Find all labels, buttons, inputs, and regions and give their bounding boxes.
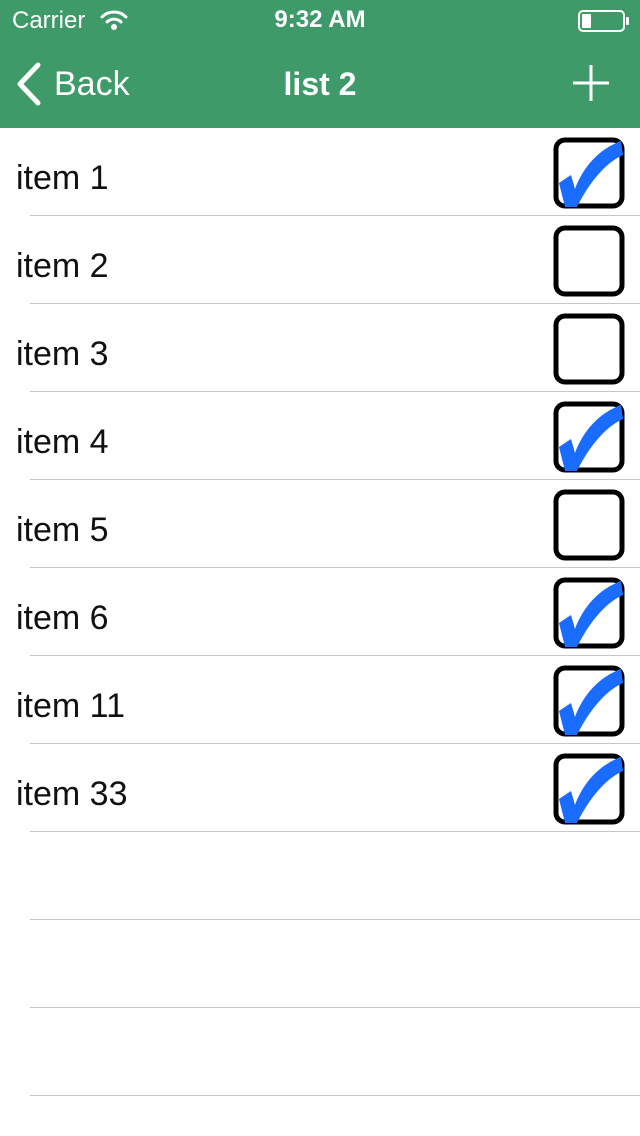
checkbox-unchecked[interactable] (553, 313, 625, 385)
list-item-label: item 1 (16, 159, 109, 197)
list-item-label: item 33 (16, 775, 128, 813)
list-item[interactable]: item 2 (0, 216, 640, 304)
empty-box-icon (553, 489, 625, 561)
checkmark-box-icon (553, 137, 625, 209)
page-title: list 2 (283, 66, 357, 102)
list-item-label: item 6 (16, 599, 109, 637)
status-bar: Carrier 9:32 AM (0, 0, 640, 40)
list-item[interactable]: item 33 (0, 744, 640, 832)
list-item[interactable]: item 6 (0, 568, 640, 656)
list-item[interactable]: item 4 (0, 392, 640, 480)
item-list: item 1 item 2 item 3 item 4 item 5 item 6 item… (0, 128, 640, 1096)
list-item[interactable]: item 11 (0, 656, 640, 744)
empty-row (0, 920, 640, 1008)
checkmark-box-icon (553, 577, 625, 649)
checkbox-checked[interactable] (553, 577, 625, 649)
checkbox-checked[interactable] (553, 753, 625, 825)
list-item-label: item 2 (16, 247, 109, 285)
navigation-bar: Back list 2 (0, 40, 640, 128)
status-time: 9:32 AM (274, 6, 366, 33)
header: Carrier 9:32 AM Back list 2 (0, 0, 640, 128)
checkmark-box-icon (553, 401, 625, 473)
list-item-label: item 4 (16, 423, 109, 461)
list-item[interactable]: item 5 (0, 480, 640, 568)
list-item-label: item 5 (16, 511, 109, 549)
checkbox-checked[interactable] (553, 137, 625, 209)
battery-icon (578, 10, 629, 32)
empty-row (0, 1008, 640, 1096)
plus-icon (573, 65, 609, 101)
add-item-button[interactable] (566, 58, 616, 108)
list-item[interactable]: item 3 (0, 304, 640, 392)
empty-box-icon (553, 313, 625, 385)
empty-box-icon (553, 225, 625, 297)
checkmark-box-icon (553, 753, 625, 825)
list-item-label: item 3 (16, 335, 109, 373)
empty-row (0, 832, 640, 920)
checkbox-checked[interactable] (553, 401, 625, 473)
checkbox-unchecked[interactable] (553, 225, 625, 297)
list-item[interactable]: item 1 (0, 128, 640, 216)
checkbox-checked[interactable] (553, 665, 625, 737)
list-item-label: item 11 (16, 687, 125, 725)
checkmark-box-icon (553, 665, 625, 737)
checkbox-unchecked[interactable] (553, 489, 625, 561)
row-separator (30, 1095, 640, 1096)
